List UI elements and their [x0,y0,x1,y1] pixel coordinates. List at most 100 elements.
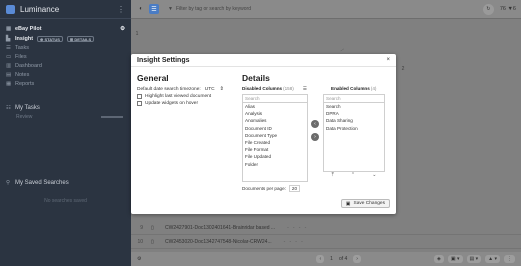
update-widgets-checkbox[interactable] [137,101,142,106]
list-item[interactable]: Document ID [243,125,307,132]
toolbar: ◐ ☰ ▼ Filter by tag or search by keyword… [131,0,521,19]
search-icon: ⚲ [6,179,11,186]
timezone-value: UTC [204,87,215,92]
tag-icon[interactable]: ◈ [434,255,444,263]
project-name: eBay Pilot [15,25,42,32]
list-icon[interactable]: ▤ ▾ [466,255,482,263]
filter-bar[interactable]: ▼ Filter by tag or search by keyword [168,6,483,12]
table-row[interactable]: 10 ▯ CW2453020-Doc1342747548-Nicolar-CRW… [131,236,521,249]
document-name[interactable]: CW2453020-Doc1342747548-Nicolar-CRW24... [165,239,272,245]
my-tasks-header[interactable]: ☷ My Tasks [0,103,131,112]
move-down-icon[interactable]: ⌄ [372,172,376,178]
move-up-icon[interactable]: ⌃ [351,172,355,178]
list-item[interactable]: Search [324,103,384,110]
save-icon: ▣ [345,200,351,207]
document-count: 76 ▼6 [499,6,516,12]
list-toggle-icon[interactable]: ☰ [303,86,307,92]
status-toggle[interactable]: ⊕ STATUS [37,35,63,42]
sidebar-item-notes[interactable]: ▤ Notes [0,70,131,79]
task-progress-bar [101,115,123,118]
highlight-checkbox[interactable] [137,94,142,99]
saved-searches-header[interactable]: ⚲ My Saved Searches [0,178,131,187]
saved-searches-label: My Saved Searches [15,179,69,186]
sidebar-item-reports[interactable]: ▦ Reports [0,79,131,88]
column-list-labels: Disabled Columns (158) ☰ Enabled Columns… [242,86,392,92]
list-item[interactable]: Data Protection [324,125,384,132]
highlight-label: Highlight last viewed document [145,94,212,99]
luminance-logo-icon [6,4,15,14]
tasks-list-icon: ☷ [6,104,11,111]
project-item[interactable]: ▦ eBay Pilot ⚙ [0,23,131,34]
settings-icon[interactable]: ⚙ [137,256,141,262]
list-view-button[interactable]: ☰ [149,4,159,14]
move-left-button[interactable]: ‹ [311,120,319,128]
current-page[interactable]: 1 [330,256,333,262]
list-item[interactable]: File Format [243,146,307,153]
document-name[interactable]: CW2427901-Doc1302401641-Brainridar based… [165,225,275,231]
enabled-columns-label: Enabled Columns [331,86,370,91]
list-item[interactable]: File Updated [243,153,307,160]
sidebar-item-files[interactable]: ▭ Files [0,52,131,61]
sidebar-item-label: Notes [15,71,30,78]
list-item[interactable]: Folder [243,161,307,168]
filter-input[interactable]: Filter by tag or search by keyword [176,6,251,12]
row-placeholder: - - - - [283,239,303,245]
move-right-button[interactable]: › [311,133,319,141]
list-item[interactable]: Analysis [243,110,307,117]
task-review-label: Review [16,113,33,120]
brand-name: Luminance [20,4,60,14]
next-page-button[interactable]: › [353,255,361,263]
enabled-search-input[interactable]: Search [324,95,384,103]
insight-icon: ▙ [6,35,11,42]
refresh-icon[interactable]: ↻ [482,3,494,15]
close-icon[interactable]: × [386,57,390,63]
row-number: 1 [135,31,139,37]
update-widgets-label: Update widgets on hover [145,101,199,106]
reorder-controls: ⤒ ⌃ ⌄ [323,172,385,178]
save-changes-button[interactable]: ▣ Save Changes [340,199,390,208]
list-item[interactable]: Anomalies [243,117,307,124]
general-heading: General [137,73,169,83]
list-item[interactable]: DPRA [324,110,384,117]
list-item[interactable]: File Created [243,139,307,146]
tasks-icon: ☰ [6,44,11,51]
sidebar-item-label: Insight [15,35,34,42]
enabled-count: (4) [370,86,377,91]
upload-icon[interactable]: ▲ ▾ [485,255,500,263]
filter-icon: ▼ [168,6,173,12]
table-row[interactable]: 9 ▯ CW2427901-Doc1302401641-Brainridar b… [131,222,521,235]
view-toggle-icon[interactable]: ◐ [136,4,146,14]
disabled-columns-list[interactable]: Search Alias Analysis Anomalies Document… [242,94,308,182]
row-number: 10 [137,239,143,245]
export-icon[interactable]: ▣ ▾ [447,255,463,263]
more-icon[interactable]: ⋮ [504,255,515,263]
sidebar-item-insight[interactable]: ▙ Insight ⊕ STATUS ⊞ DETAILS [0,34,131,43]
per-page-input[interactable]: 20 [288,185,301,192]
page-total: of 4 [338,256,348,262]
more-options-icon[interactable]: ⋮ [117,5,125,14]
task-review[interactable]: Review [0,112,131,121]
highlight-row: Highlight last viewed document [137,93,237,100]
sidebar-item-tasks[interactable]: ☰ Tasks [0,43,131,52]
list-item[interactable]: Document Type [243,132,307,139]
details-toggle[interactable]: ⊞ DETAILS [66,35,95,42]
save-label: Save Changes [353,201,385,206]
gear-icon[interactable]: ⚙ [120,26,125,32]
disabled-columns-label: Disabled Columns [242,86,283,91]
reports-icon: ▦ [6,80,12,87]
sidebar-item-label: Tasks [15,44,30,51]
prev-page-button[interactable]: ‹ [316,255,325,263]
move-to-top-icon[interactable]: ⤒ [332,172,334,178]
sidebar-item-dashboard[interactable]: ▥ Dashboard [0,61,131,70]
enabled-columns-list[interactable]: Search Search DPRA Data Sharing Data Pro… [323,94,385,172]
disabled-search-input[interactable]: Search [243,95,307,103]
details-section: Details Disabled Columns (158) ☰ Enabled… [242,73,392,192]
timezone-row: Default date search timezone: UTC ⇕ [137,86,237,93]
sidebar-item-label: Dashboard [15,62,42,69]
list-item[interactable]: Data Sharing [324,117,384,124]
per-page-label: Documents per page: [242,186,286,191]
timezone-select[interactable]: UTC ⇕ [205,87,224,92]
per-page-row: Documents per page: 20 [242,185,301,192]
list-item[interactable]: Alias [243,103,307,110]
sidebar: Luminance ⋮ ▦ eBay Pilot ⚙ ▙ Insight ⊕ S… [0,0,131,266]
